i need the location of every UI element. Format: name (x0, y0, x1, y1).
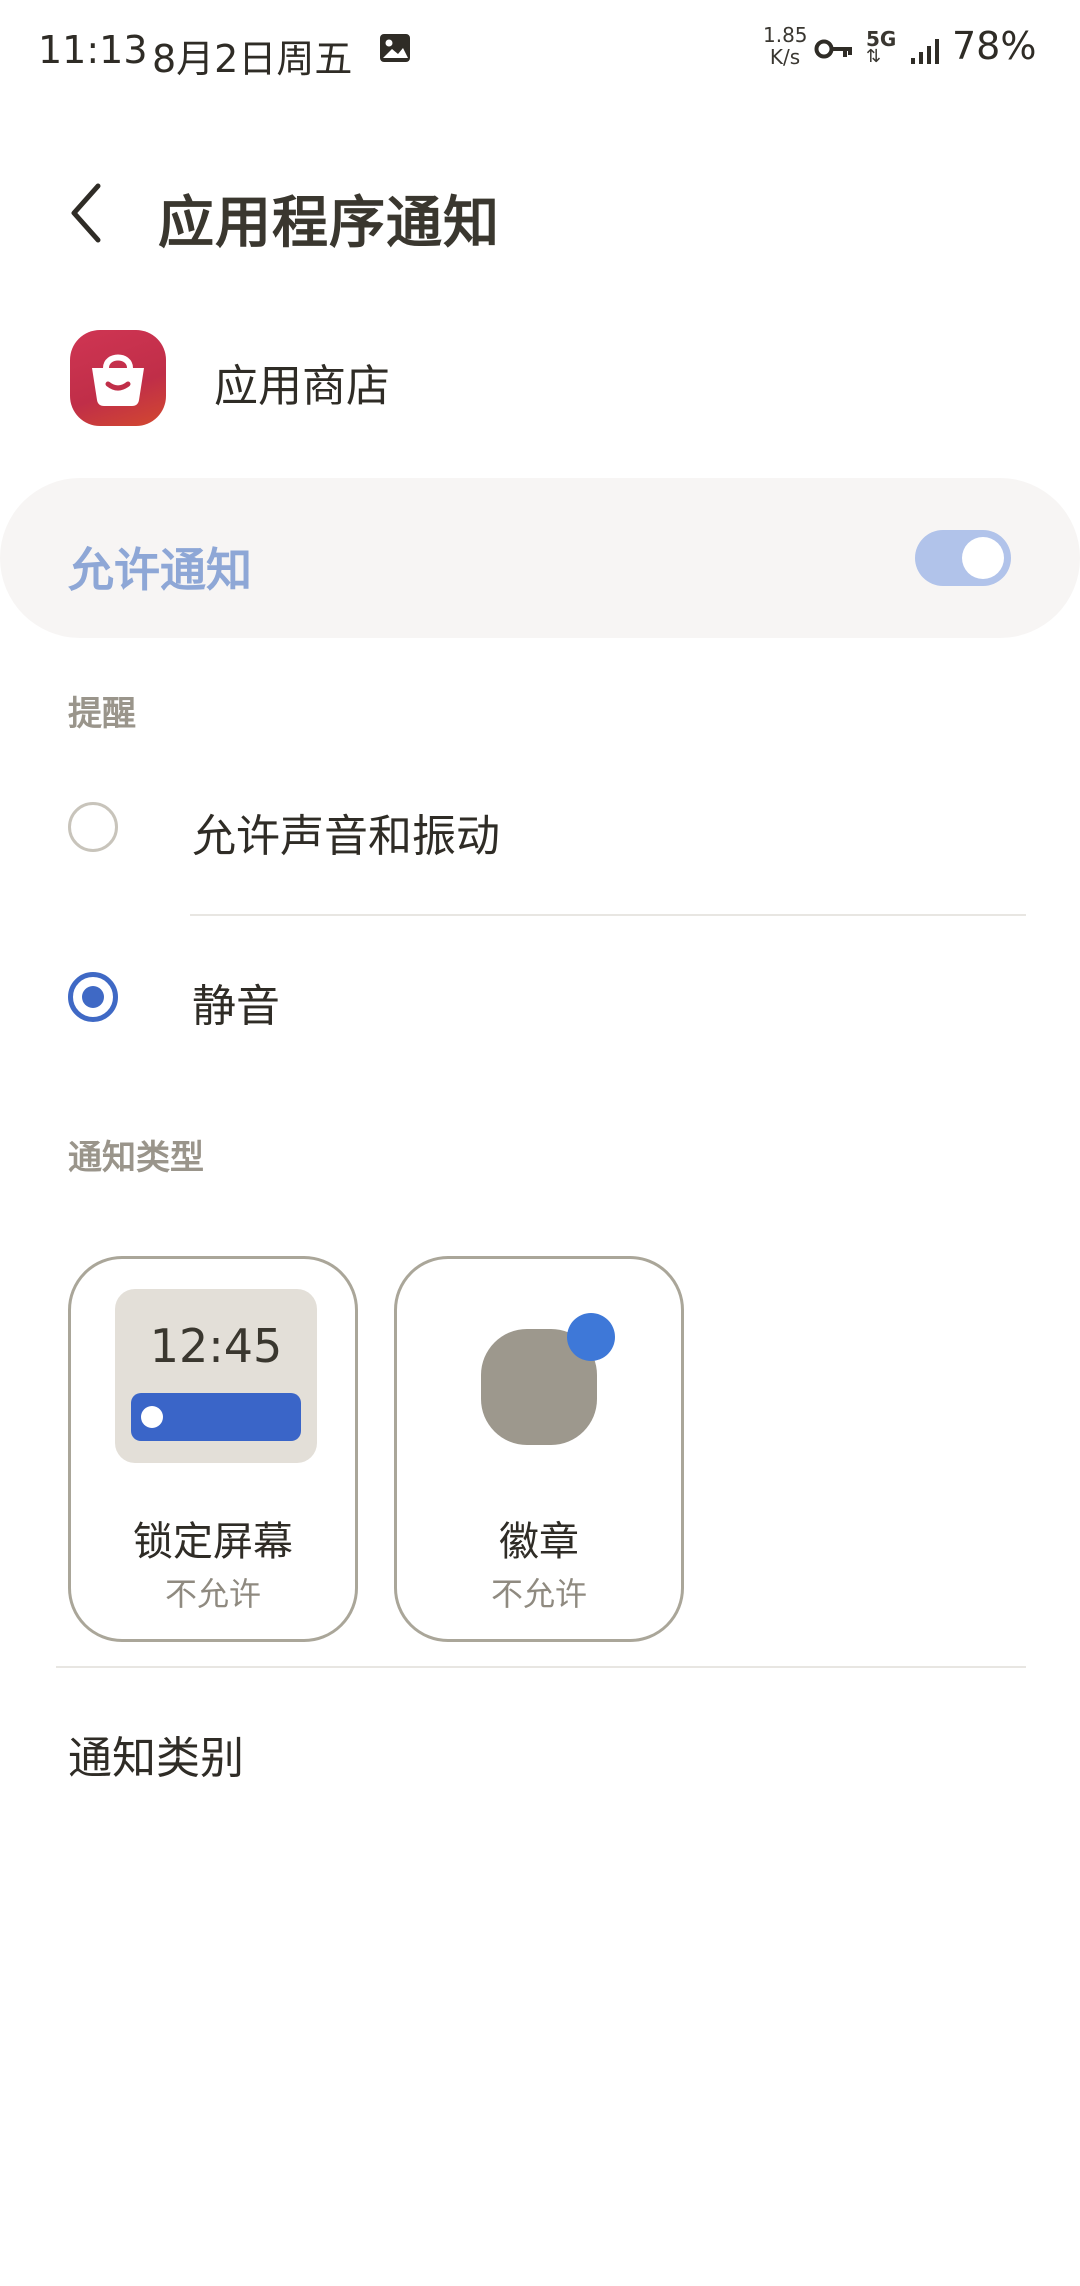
battery-level: 78% (952, 24, 1037, 68)
network-rate: 1.85 K/s (763, 23, 808, 69)
status-date: 8月2日周五 (152, 37, 353, 81)
badge-dot-icon (567, 1313, 615, 1361)
lock-preview-time: 12:45 (149, 1319, 283, 1373)
network-rate-value: 1.85 (763, 23, 808, 47)
option-silent[interactable] (0, 930, 1080, 1080)
network-type: 5G ⇅ (866, 29, 896, 66)
option-sound-vibrate-label: 允许声音和振动 (192, 811, 500, 862)
notification-bar-icon (131, 1393, 301, 1441)
app-store-icon (70, 330, 166, 426)
section-divider (56, 1666, 1026, 1668)
vpn-key-icon (814, 39, 852, 59)
option-silent-label: 静音 (192, 981, 280, 1032)
allow-notifications-toggle[interactable] (915, 530, 1011, 586)
notification-categories-label: 通知类别 (68, 1733, 244, 1784)
toggle-knob (962, 537, 1004, 579)
badge-status: 不允许 (490, 1575, 587, 1613)
signal-icon (911, 39, 939, 64)
radio-selected-dot (82, 986, 104, 1008)
alerts-section-label: 提醒 (68, 694, 136, 734)
option-divider (190, 914, 1026, 916)
radio-silent[interactable] (68, 972, 118, 1022)
app-name: 应用商店 (214, 361, 390, 412)
status-bar: 11:13 8月2日周五 1.85 K/s 5G ⇅ 78% (0, 0, 1080, 110)
shopping-bag-icon (92, 354, 144, 406)
back-arrow-icon[interactable] (62, 178, 112, 248)
gallery-icon (380, 34, 410, 62)
lock-screen-title: 锁定屏幕 (133, 1519, 293, 1565)
allow-notifications-label: 允许通知 (68, 543, 252, 597)
radio-sound-vibrate[interactable] (68, 802, 118, 852)
page-title: 应用程序通知 (158, 191, 500, 256)
lock-screen-status: 不允许 (164, 1575, 261, 1613)
notification-dot-icon (141, 1406, 163, 1428)
lock-screen-preview: 12:45 (115, 1289, 317, 1463)
lock-screen-card[interactable]: 12:45 锁定屏幕 不允许 (68, 1256, 358, 1642)
notification-types-section-label: 通知类型 (68, 1138, 204, 1178)
status-time: 11:13 (38, 28, 148, 72)
badge-card[interactable]: 徽章 不允许 (394, 1256, 684, 1642)
option-sound-vibrate[interactable] (0, 752, 1080, 902)
badge-title: 徽章 (499, 1519, 579, 1565)
network-rate-unit: K/s (769, 45, 801, 69)
